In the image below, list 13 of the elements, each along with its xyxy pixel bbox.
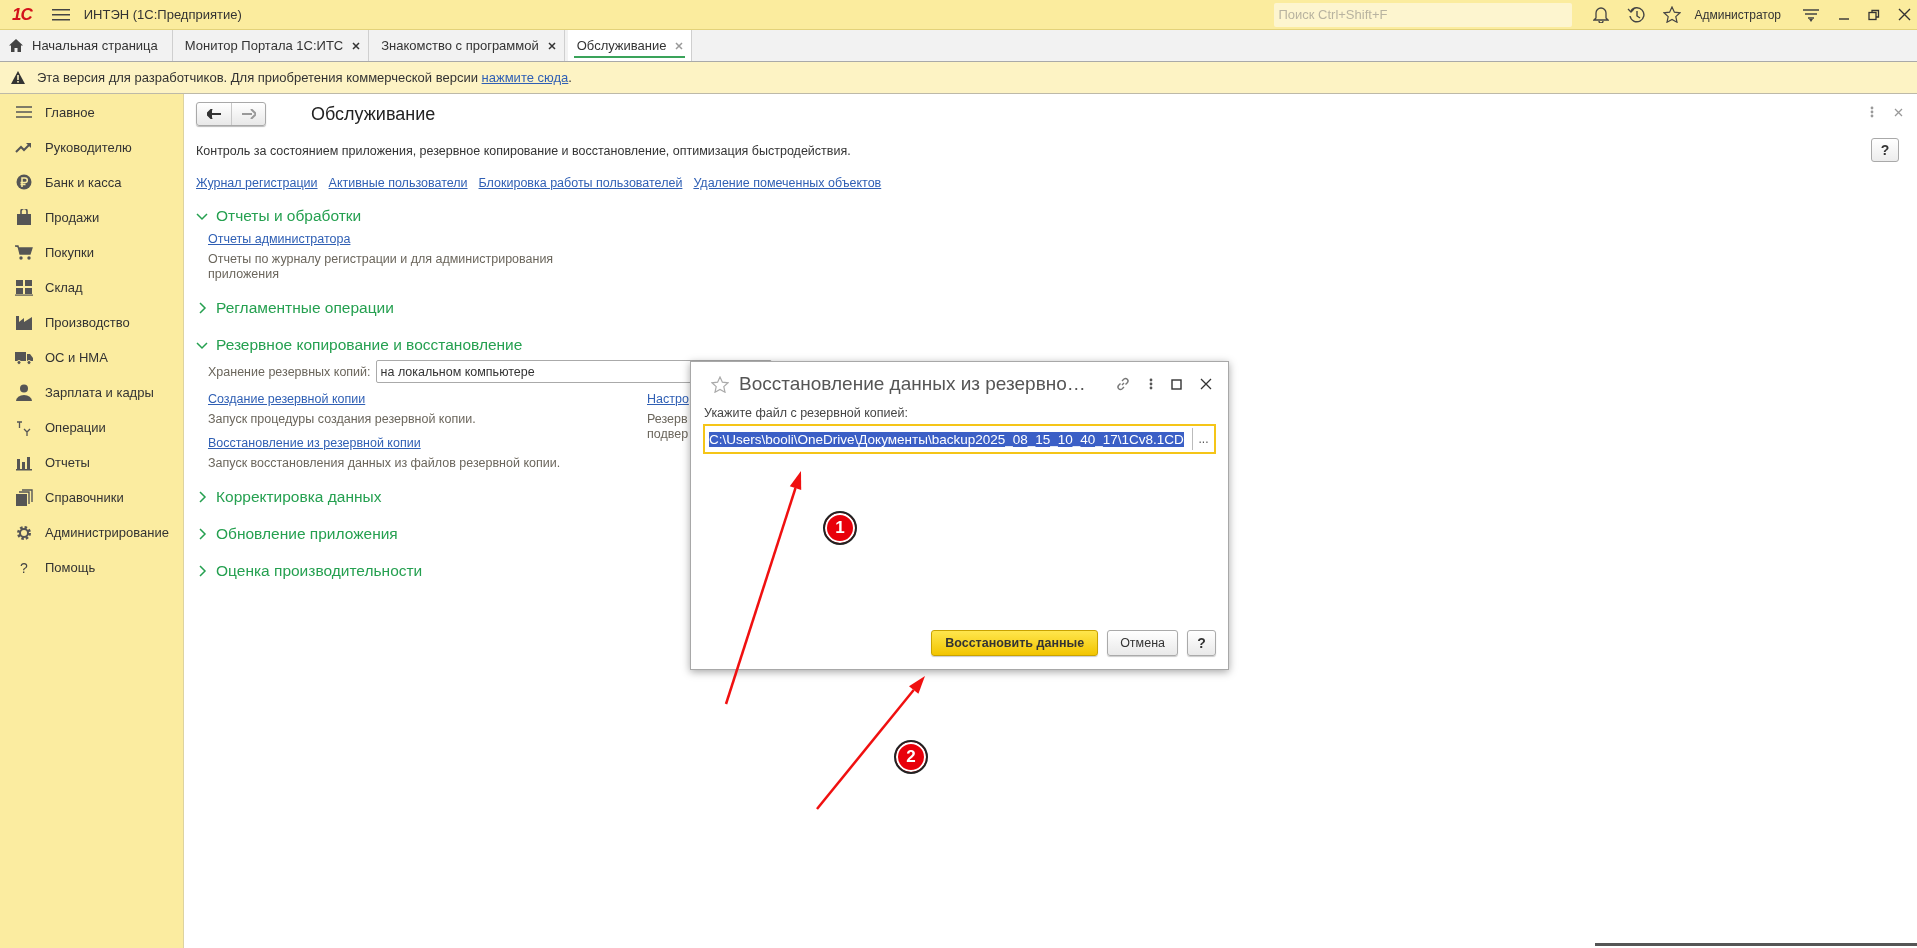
description: Запуск процедуры создания резервной копии. xyxy=(208,412,477,427)
description: Отчеты по журналу регистрации и для администрирования приложения xyxy=(208,252,555,282)
page-description: Контроль за состоянием приложения, резервное копирование и восстановление, оптимизация быстродействия. xyxy=(196,144,851,158)
app-title: ИНТЭН (1С:Предприятие) xyxy=(83,7,242,22)
field-label: Хранение резервных копий: xyxy=(208,364,371,379)
description: Запуск восстановления данных из файлов резервной копии. xyxy=(208,456,562,471)
help-icon: ? xyxy=(15,559,33,576)
logo: 1С xyxy=(12,4,32,25)
number-badge: 2 xyxy=(894,740,928,774)
description: Резерв подвер xyxy=(647,412,689,442)
page-title: Обслуживание xyxy=(311,103,436,125)
field-label: Укажите файл с резервной копией: xyxy=(704,406,909,420)
notice-text: Эта версия для разработчиков. Для приобретения коммерческой версии нажмите сюда. xyxy=(37,70,572,85)
